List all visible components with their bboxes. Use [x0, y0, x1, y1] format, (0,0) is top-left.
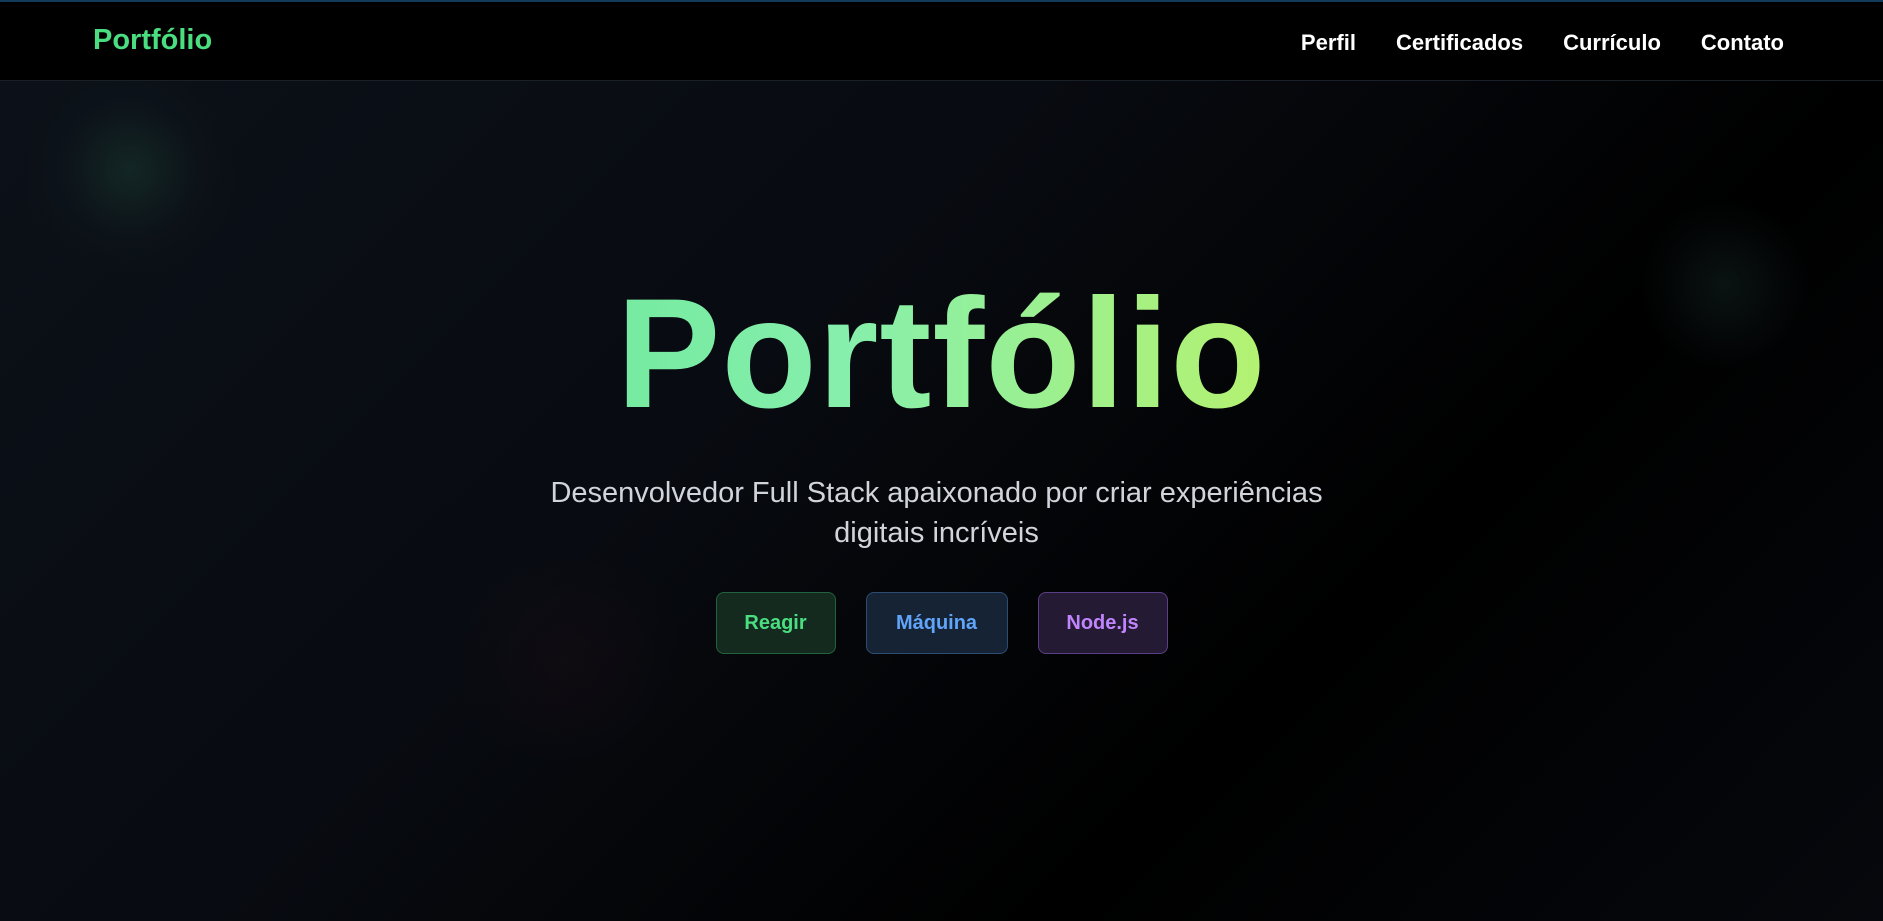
tag-nodejs[interactable]: Node.js [1037, 592, 1168, 654]
nav-link-certificados[interactable]: Certificados [1396, 30, 1523, 56]
hero-subtitle: Desenvolvedor Full Stack apaixonado por … [550, 477, 1323, 549]
hero-section: Portfólio Desenvolvedor Full Stack apaix… [0, 81, 1883, 921]
nav-link-contato[interactable]: Contato [1701, 30, 1784, 56]
nav-link-curriculo[interactable]: Currículo [1563, 30, 1661, 56]
nav-links: Perfil Certificados Currículo Contato [1301, 30, 1784, 56]
brand-logo-link[interactable]: Portfólio [93, 24, 212, 57]
hero-title: Portfólio [0, 276, 1883, 432]
tech-tags: Reagir Máquina Node.js [0, 592, 1883, 654]
tag-react[interactable]: Reagir [715, 592, 836, 654]
top-navbar: Portfólio Perfil Certificados Currículo … [0, 0, 1883, 81]
tag-maquina[interactable]: Máquina [865, 592, 1008, 654]
nav-link-perfil[interactable]: Perfil [1301, 30, 1356, 56]
page: Portfólio Perfil Certificados Currículo … [0, 0, 1883, 921]
